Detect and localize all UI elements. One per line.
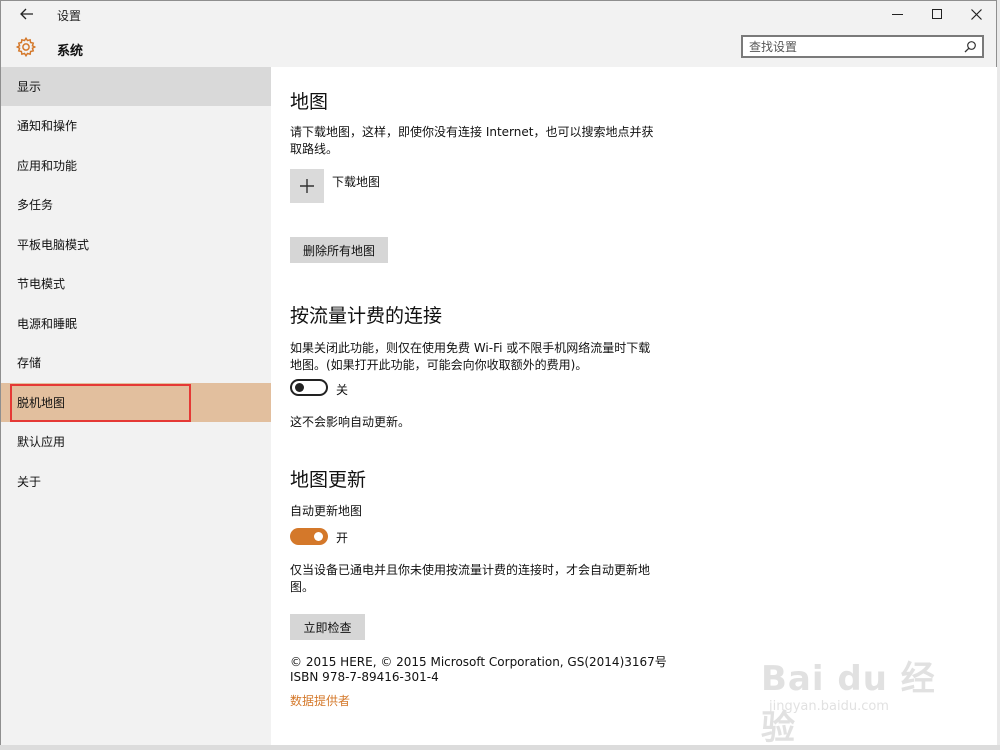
title-bar: 设置 xyxy=(1,1,996,27)
sidebar-item-about[interactable]: 关于 xyxy=(1,462,271,501)
watermark: Bai du 经验 jingyan.baidu.com xyxy=(761,641,961,748)
minimize-icon xyxy=(891,13,903,15)
sidebar-item-default-apps[interactable]: 默认应用 xyxy=(1,422,271,461)
sidebar-item-label: 多任务 xyxy=(17,198,54,212)
toggle-knob xyxy=(314,532,323,541)
sidebar-item-storage[interactable]: 存储 xyxy=(1,343,271,382)
sidebar-item-display[interactable]: 显示 xyxy=(1,67,271,106)
auto-update-toggle[interactable] xyxy=(290,528,328,545)
gear-icon xyxy=(15,36,37,58)
settings-header: 系统 xyxy=(1,27,996,67)
sidebar-item-offline-maps[interactable]: 脱机地图 xyxy=(1,383,271,422)
sidebar-item-battery-saver[interactable]: 节电模式 xyxy=(1,264,271,303)
sidebar-item-power-sleep[interactable]: 电源和睡眠 xyxy=(1,304,271,343)
sidebar-item-label: 通知和操作 xyxy=(17,119,78,133)
sidebar-item-apps[interactable]: 应用和功能 xyxy=(1,146,271,185)
sidebar-item-label: 脱机地图 xyxy=(17,396,66,410)
sidebar-item-label: 应用和功能 xyxy=(17,159,78,173)
toggle-knob xyxy=(295,383,304,392)
watermark-url: jingyan.baidu.com xyxy=(769,699,889,714)
search-input[interactable] xyxy=(749,38,959,56)
page-title: 系统 xyxy=(57,44,84,59)
map-updates-heading: 地图更新 xyxy=(290,469,367,491)
sidebar-item-label: 存储 xyxy=(17,356,42,370)
check-now-button[interactable]: 立即检查 xyxy=(290,614,365,640)
watermark-logo: Bai du 经验 xyxy=(761,659,936,748)
maximize-icon xyxy=(932,9,942,19)
close-icon xyxy=(970,8,982,20)
download-maps-button[interactable] xyxy=(290,169,324,203)
desktop-background-bottom xyxy=(0,745,1000,750)
search-box[interactable] xyxy=(741,35,984,58)
back-button[interactable] xyxy=(11,3,43,25)
sidebar-item-label: 显示 xyxy=(17,80,42,94)
sidebar-item-label: 关于 xyxy=(17,475,42,489)
download-maps-label[interactable]: 下载地图 xyxy=(332,173,380,190)
delete-all-maps-button[interactable]: 删除所有地图 xyxy=(290,237,388,263)
plus-icon xyxy=(300,179,314,193)
sidebar-item-label: 节电模式 xyxy=(17,277,66,291)
maps-description: 请下载地图，这样，即使你没有连接 Internet，也可以搜索地点并获取路线。 xyxy=(290,125,654,156)
window-title: 设置 xyxy=(57,9,82,23)
auto-update-label: 自动更新地图 xyxy=(290,504,363,518)
sidebar-item-notifications[interactable]: 通知和操作 xyxy=(1,106,271,145)
isbn-text: ISBN 978-7-89416-301-4 xyxy=(290,670,439,684)
metered-description: 如果关闭此功能，则仅在使用免费 Wi-Fi 或不限手机网络流量时下载地图。(如果… xyxy=(290,341,651,372)
metered-toggle-label: 关 xyxy=(336,383,349,397)
main-content: 地图 请下载地图，这样，即使你没有连接 Internet，也可以搜索地点并获取路… xyxy=(271,67,997,748)
sidebar-item-multitasking[interactable]: 多任务 xyxy=(1,185,271,224)
metered-heading: 按流量计费的连接 xyxy=(290,305,443,327)
auto-update-toggle-label: 开 xyxy=(336,531,349,545)
sidebar-item-tablet-mode[interactable]: 平板电脑模式 xyxy=(1,225,271,264)
settings-window: 设置 系统 显示 通知和操作 应用和功能 多任务 xyxy=(0,0,997,748)
auto-update-description: 仅当设备已通电并且你未使用按流量计费的连接时，才会自动更新地图。 xyxy=(290,563,651,594)
sidebar-item-label: 平板电脑模式 xyxy=(17,238,90,252)
arrow-left-icon xyxy=(20,8,33,20)
metered-toggle[interactable] xyxy=(290,379,328,396)
data-provider-link[interactable]: 数据提供者 xyxy=(290,692,350,709)
sidebar: 显示 通知和操作 应用和功能 多任务 平板电脑模式 节电模式 电源和睡眠 存储 … xyxy=(1,67,271,745)
search-icon[interactable] xyxy=(962,39,978,55)
maps-heading: 地图 xyxy=(290,91,329,113)
sidebar-item-label: 默认应用 xyxy=(17,435,66,449)
minimize-button[interactable] xyxy=(877,1,917,27)
sidebar-item-label: 电源和睡眠 xyxy=(17,317,78,331)
metered-note: 这不会影响自动更新。 xyxy=(290,415,411,429)
maximize-button[interactable] xyxy=(917,1,957,27)
close-button[interactable] xyxy=(956,1,996,27)
